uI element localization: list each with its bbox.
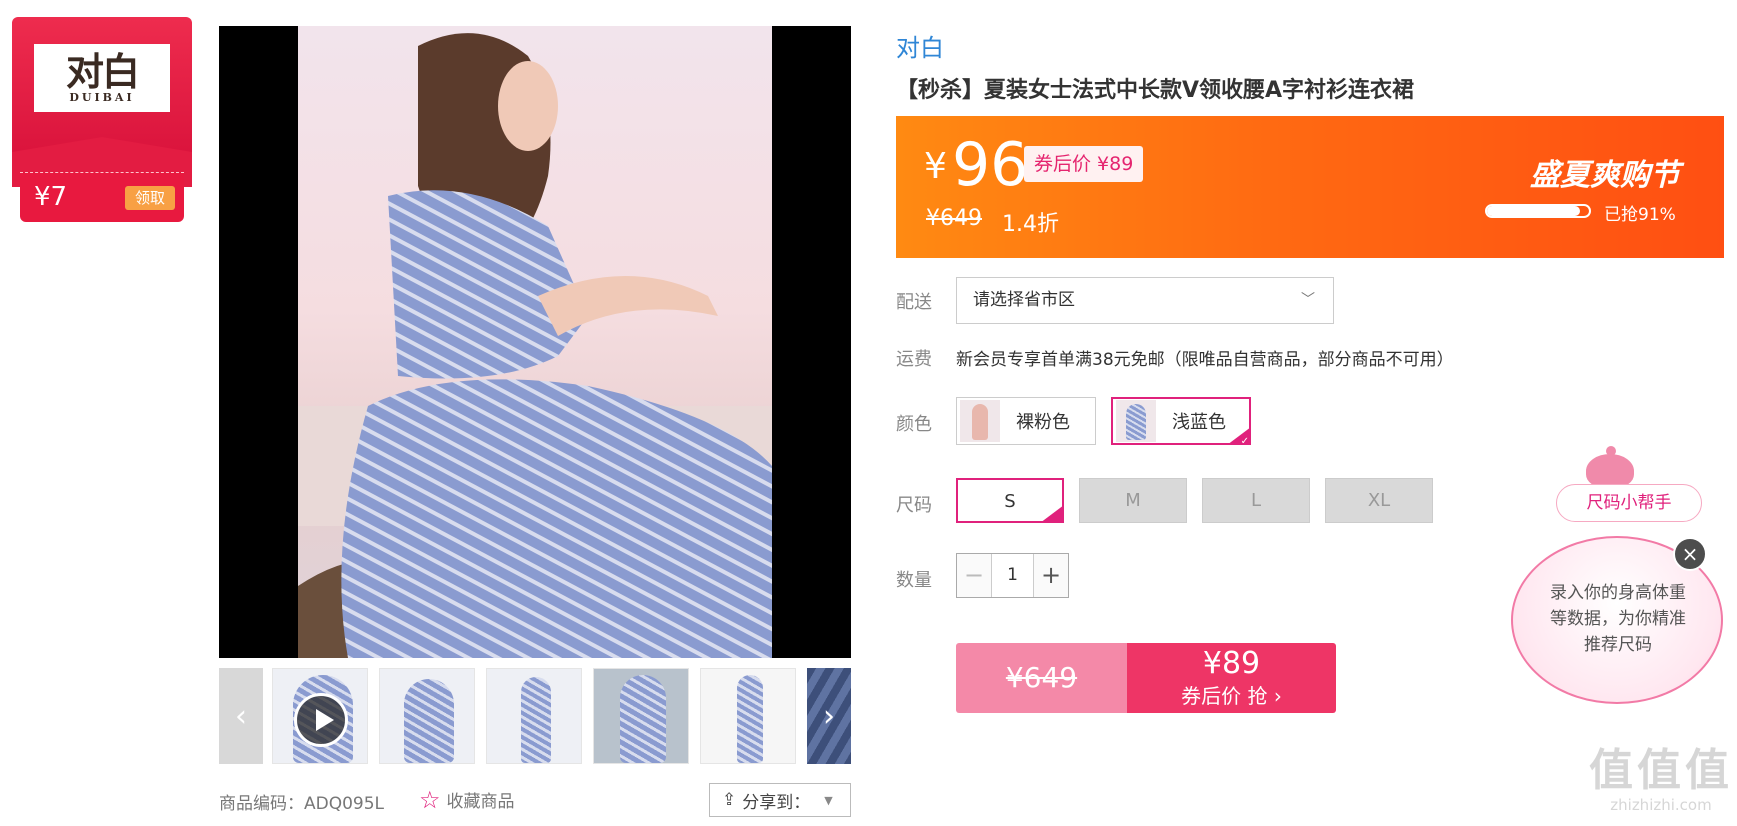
region-select[interactable]: 请选择省市区 ﹀ [956, 277, 1334, 324]
product-sku: 商品编码：ADQ095L [219, 794, 385, 814]
original-price: ¥649 [926, 206, 982, 231]
size-option-label: XL [1367, 490, 1391, 511]
share-label: 分享到： [742, 792, 811, 813]
chevron-down-icon: ﹀ [1301, 292, 1315, 308]
size-option-label: L [1250, 490, 1262, 511]
size-option-m[interactable]: M [1079, 478, 1187, 523]
thumbnail[interactable] [379, 668, 475, 764]
thumbnail[interactable] [486, 668, 582, 764]
color-swatch-image [1116, 400, 1156, 442]
quantity-stepper: − 1 + [956, 553, 1069, 598]
favorite-button[interactable]: ☆ 收藏商品 [419, 785, 515, 814]
thumbnail-video[interactable] [272, 668, 368, 764]
flash-sale-banner: ¥ 96 券后价 ¥89 ¥649 1.4折 盛夏爽购节 已抢91% [896, 116, 1724, 258]
quantity-input[interactable]: 1 [991, 554, 1034, 597]
watermark-url: zhizhizhi.com [1610, 796, 1712, 814]
quantity-decrease-button[interactable]: − [957, 554, 991, 597]
caret-down-icon: ▼ [824, 793, 833, 807]
buy-now-button[interactable]: ¥89 券后价 抢 › [1127, 643, 1336, 713]
color-label: 颜色 [896, 414, 932, 435]
product-page: 对白 DUIBAI ¥7 领取 ‹ › 商品编码：ADQ095L ☆ 收藏商品 … [0, 0, 1737, 826]
discount-rate: 1.4折 [1002, 212, 1059, 237]
quantity-label: 数量 [896, 570, 932, 591]
buy-button[interactable]: ¥649 ¥89 券后价 抢 › [956, 643, 1336, 713]
color-option-light-blue[interactable]: 浅蓝色 [1111, 397, 1251, 445]
store-coupon[interactable]: 对白 DUIBAI ¥7 领取 [12, 17, 192, 222]
buy-price: ¥89 [1202, 646, 1261, 681]
shipping-label: 运费 [896, 349, 932, 370]
product-meta-row: 商品编码：ADQ095L ☆ 收藏商品 ⇪ 分享到： ▼ [219, 783, 851, 817]
share-icon: ⇪ [722, 790, 737, 810]
coupon-amount: ¥7 [34, 182, 68, 212]
sale-price: 96 [952, 130, 1029, 200]
currency-symbol: ¥ [924, 146, 947, 187]
mascot-icon [1586, 446, 1634, 488]
sold-progress-bar [1485, 204, 1591, 218]
sold-progress-fill [1487, 206, 1580, 216]
brand-link[interactable]: 对白 [896, 28, 944, 63]
play-icon[interactable] [294, 693, 348, 747]
color-option-label: 浅蓝色 [1172, 412, 1226, 433]
size-label: 尺码 [896, 495, 932, 516]
chevron-left-icon[interactable]: ‹ [219, 668, 263, 764]
site-watermark: 值值值 zhizhizhi.com [1588, 745, 1734, 815]
watermark-logo: 值值值 [1589, 745, 1733, 796]
size-helper-button[interactable]: 尺码小帮手 [1556, 484, 1702, 522]
color-option-nude-pink[interactable]: 裸粉色 [956, 397, 1096, 445]
chevron-right-icon[interactable]: › [807, 668, 851, 764]
size-helper-widget: 尺码小帮手 录入你的身高体重等数据，为你精准推荐尺码 × [1510, 446, 1726, 706]
brand-logo: 对白 DUIBAI [34, 44, 170, 112]
star-icon: ☆ [419, 785, 441, 814]
coupon-footer: ¥7 领取 [20, 172, 184, 222]
size-option-label: S [1004, 491, 1016, 512]
festival-label: 盛夏爽购节 [1530, 158, 1680, 193]
close-icon[interactable]: × [1673, 537, 1707, 571]
color-swatch-image [960, 400, 1000, 442]
buy-original-price: ¥649 [956, 643, 1127, 713]
size-option-xl[interactable]: XL [1325, 478, 1433, 523]
selected-check-icon [1227, 427, 1251, 445]
shipping-info: 新会员专享首单满38元免邮（限唯品自营商品，部分商品不可用） [956, 350, 1454, 370]
thumbnail-strip: ‹ › [219, 668, 851, 764]
selected-check-icon [1040, 505, 1064, 523]
thumbnail[interactable] [593, 668, 689, 764]
size-option-s[interactable]: S [956, 478, 1064, 523]
size-option-label: M [1125, 490, 1141, 511]
quantity-increase-button[interactable]: + [1034, 554, 1068, 597]
region-select-value: 请选择省市区 [973, 290, 1075, 310]
brand-logo-cn: 对白 [65, 48, 140, 94]
buy-label: 券后价 抢 › [1181, 684, 1282, 708]
color-option-label: 裸粉色 [1016, 412, 1070, 433]
product-photo [298, 26, 772, 658]
main-product-image[interactable] [219, 26, 851, 658]
size-helper-text: 录入你的身高体重等数据，为你精准推荐尺码 [1550, 583, 1686, 655]
sold-percentage: 已抢91% [1604, 205, 1676, 225]
favorite-label: 收藏商品 [446, 792, 515, 812]
coupon-claim-button[interactable]: 领取 [125, 186, 175, 210]
share-dropdown[interactable]: ⇪ 分享到： ▼ [709, 783, 851, 817]
thumbnail[interactable] [700, 668, 796, 764]
coupon-price-badge: 券后价 ¥89 [1024, 146, 1144, 182]
product-title: 【秒杀】夏装女士法式中长款V领收腰A字衬衫连衣裙 [896, 78, 1415, 103]
delivery-label: 配送 [896, 292, 932, 313]
brand-logo-en: DUIBAI [69, 90, 135, 104]
size-option-l[interactable]: L [1202, 478, 1310, 523]
